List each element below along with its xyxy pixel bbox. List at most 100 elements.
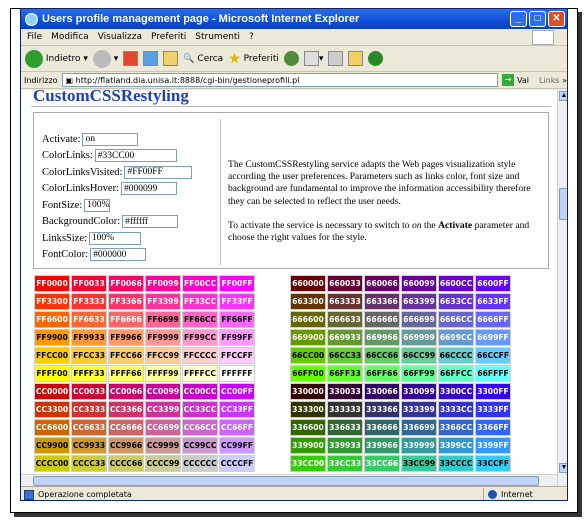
field-input[interactable] — [90, 248, 147, 261]
color-swatch[interactable]: FF00FF — [219, 275, 255, 292]
color-swatch[interactable]: 666699 — [401, 311, 437, 328]
print-button[interactable] — [328, 51, 344, 66]
color-swatch[interactable]: CC6600 — [34, 419, 70, 436]
favorites-button[interactable]: ★ Preferiti — [228, 51, 279, 67]
color-swatch[interactable]: 336666 — [364, 419, 400, 436]
color-swatch[interactable]: 3366CC — [438, 419, 474, 436]
messenger-button[interactable] — [368, 51, 384, 66]
color-swatch[interactable]: 336600 — [290, 419, 326, 436]
color-swatch[interactable]: 3366FF — [475, 419, 511, 436]
color-swatch[interactable]: 333300 — [290, 401, 326, 418]
color-swatch[interactable]: FFCC00 — [34, 347, 70, 364]
color-swatch[interactable]: 339933 — [327, 437, 363, 454]
color-swatch[interactable]: CCCC99 — [145, 455, 181, 472]
color-swatch[interactable]: 66CC00 — [290, 347, 326, 364]
color-swatch[interactable]: 660033 — [327, 275, 363, 292]
color-swatch[interactable]: 66CCCC — [438, 347, 474, 364]
color-swatch[interactable]: 666666 — [364, 311, 400, 328]
color-swatch[interactable]: 66FF66 — [364, 365, 400, 382]
color-swatch[interactable]: CC0033 — [71, 383, 107, 400]
color-swatch[interactable]: 333399 — [401, 401, 437, 418]
color-swatch[interactable]: 66FF99 — [401, 365, 437, 382]
color-swatch[interactable]: FF0033 — [71, 275, 107, 292]
color-swatch[interactable]: FF33CC — [182, 293, 218, 310]
color-swatch[interactable]: 330033 — [327, 383, 363, 400]
color-swatch[interactable]: 669966 — [364, 329, 400, 346]
color-swatch[interactable]: 6600CC — [438, 275, 474, 292]
color-swatch[interactable]: 666600 — [290, 311, 326, 328]
color-swatch[interactable]: CC3399 — [145, 401, 181, 418]
color-swatch[interactable]: 6600FF — [475, 275, 511, 292]
color-swatch[interactable]: FF00CC — [182, 275, 218, 292]
color-swatch[interactable]: 33CCCC — [438, 455, 474, 472]
search-button[interactable]: 🔍 Cerca — [183, 54, 223, 64]
color-swatch[interactable]: FF3333 — [71, 293, 107, 310]
color-swatch[interactable]: CCCC33 — [71, 455, 107, 472]
color-swatch[interactable]: 660000 — [290, 275, 326, 292]
scroll-thumb[interactable] — [559, 188, 567, 220]
color-swatch[interactable]: CC0099 — [145, 383, 181, 400]
color-swatch[interactable]: 66CC33 — [327, 347, 363, 364]
color-swatch[interactable]: 6633CC — [438, 293, 474, 310]
address-input[interactable]: ▣ http://flatland.dia.unisa.it:8888/cgi-… — [61, 73, 499, 87]
forward-button[interactable]: ▾ — [92, 49, 118, 68]
color-swatch[interactable]: 3300CC — [438, 383, 474, 400]
color-swatch[interactable]: 66FFCC — [438, 365, 474, 382]
color-swatch[interactable]: CCCC00 — [34, 455, 70, 472]
color-swatch[interactable]: FFCCFF — [219, 347, 255, 364]
color-swatch[interactable]: FF6699 — [145, 311, 181, 328]
color-swatch[interactable]: 66CC66 — [364, 347, 400, 364]
color-swatch[interactable]: 6666FF — [475, 311, 511, 328]
color-swatch[interactable]: CC99CC — [182, 437, 218, 454]
mail-button[interactable]: ▾ — [303, 51, 323, 66]
scroll-down-icon[interactable]: ▼ — [559, 463, 567, 473]
color-swatch[interactable]: FFFFCC — [182, 365, 218, 382]
color-swatch[interactable]: 663399 — [401, 293, 437, 310]
color-swatch[interactable]: FF6666 — [108, 311, 144, 328]
color-swatch[interactable]: 663333 — [327, 293, 363, 310]
color-swatch[interactable]: 33CC66 — [364, 455, 400, 472]
color-swatch[interactable]: CC33CC — [182, 401, 218, 418]
color-swatch[interactable]: CC9933 — [71, 437, 107, 454]
home-button[interactable] — [163, 51, 179, 66]
color-swatch[interactable]: 3333CC — [438, 401, 474, 418]
color-swatch[interactable]: FF66CC — [182, 311, 218, 328]
color-swatch[interactable]: 33CC33 — [327, 455, 363, 472]
color-swatch[interactable]: 339966 — [364, 437, 400, 454]
color-swatch[interactable]: CC0000 — [34, 383, 70, 400]
color-swatch[interactable]: 666633 — [327, 311, 363, 328]
menu-preferiti[interactable]: Preferiti — [151, 32, 186, 42]
color-swatch[interactable]: FF6600 — [34, 311, 70, 328]
color-swatch[interactable]: 339999 — [401, 437, 437, 454]
color-swatch[interactable]: 66FF33 — [327, 365, 363, 382]
color-swatch[interactable]: CC3366 — [108, 401, 144, 418]
color-swatch[interactable]: 669900 — [290, 329, 326, 346]
go-arrow-icon[interactable]: → — [502, 74, 515, 86]
field-input[interactable] — [124, 165, 193, 179]
menu-help[interactable]: ? — [249, 32, 254, 42]
color-swatch[interactable]: FFFF33 — [71, 365, 107, 382]
hscroll-thumb[interactable] — [33, 476, 539, 486]
color-swatch[interactable]: FF6633 — [71, 311, 107, 328]
color-swatch[interactable]: 6699FF — [475, 329, 511, 346]
color-swatch[interactable]: 33CC00 — [290, 455, 326, 472]
color-swatch[interactable]: 66FF00 — [290, 365, 326, 382]
stop-button[interactable] — [123, 51, 139, 66]
color-swatch[interactable]: FF99CC — [182, 329, 218, 346]
color-swatch[interactable]: FF0000 — [34, 275, 70, 292]
color-swatch[interactable]: FF0066 — [108, 275, 144, 292]
color-swatch[interactable]: 330000 — [290, 383, 326, 400]
menu-visualizza[interactable]: Visualizza — [98, 32, 142, 42]
color-swatch[interactable]: CC66CC — [182, 419, 218, 436]
color-swatch[interactable]: CC99FF — [219, 437, 255, 454]
color-swatch[interactable]: FFFFFF — [219, 365, 255, 382]
folder-button[interactable] — [348, 51, 364, 66]
color-swatch[interactable]: FF0099 — [145, 275, 181, 292]
color-swatch[interactable]: 6633FF — [475, 293, 511, 310]
color-swatch[interactable]: 330099 — [401, 383, 437, 400]
color-swatch[interactable]: FF9966 — [108, 329, 144, 346]
back-button[interactable]: Indietro ▾ — [25, 49, 88, 68]
color-swatch[interactable]: 660066 — [364, 275, 400, 292]
color-swatch[interactable]: FF33FF — [219, 293, 255, 310]
color-swatch[interactable]: 6699CC — [438, 329, 474, 346]
